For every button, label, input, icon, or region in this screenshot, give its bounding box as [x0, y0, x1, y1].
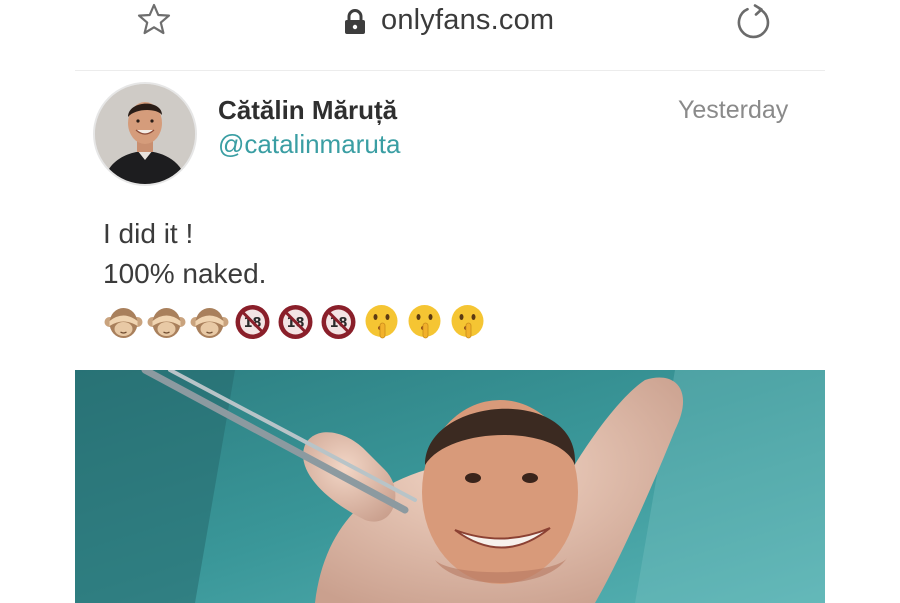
shushing-face-icon	[365, 305, 398, 339]
post-text-line: 100% naked.	[103, 258, 267, 289]
no-one-under-18-icon: 18	[278, 305, 313, 339]
shushing-face-icon	[408, 305, 441, 339]
avatar[interactable]	[95, 84, 195, 184]
emoji-row: 18 18 18	[103, 302, 488, 342]
author-name[interactable]: Cătălin Măruță	[218, 95, 397, 126]
header-divider	[75, 70, 825, 71]
shushing-face-icon	[451, 305, 484, 339]
reload-icon[interactable]	[733, 1, 775, 43]
url-text[interactable]: onlyfans.com	[381, 4, 554, 37]
post-timestamp: Yesterday	[678, 96, 789, 124]
no-one-under-18-icon: 18	[235, 305, 270, 339]
no-one-under-18-icon: 18	[321, 305, 356, 339]
see-no-evil-monkey-icon	[147, 308, 186, 338]
lock-icon	[345, 9, 365, 34]
author-handle[interactable]: @catalinmaruta	[218, 129, 400, 160]
post-photo[interactable]	[75, 370, 825, 603]
see-no-evil-monkey-icon	[104, 308, 143, 338]
post-text-line: I did it !	[103, 218, 194, 249]
page: onlyfans.com Cătălin Măruță @catalinmaru…	[0, 0, 900, 603]
see-no-evil-monkey-icon	[190, 308, 229, 338]
star-icon[interactable]	[136, 2, 172, 38]
browser-address-bar: onlyfans.com	[0, 0, 900, 50]
avatar-image	[95, 84, 195, 184]
post-photo-image	[75, 370, 825, 603]
